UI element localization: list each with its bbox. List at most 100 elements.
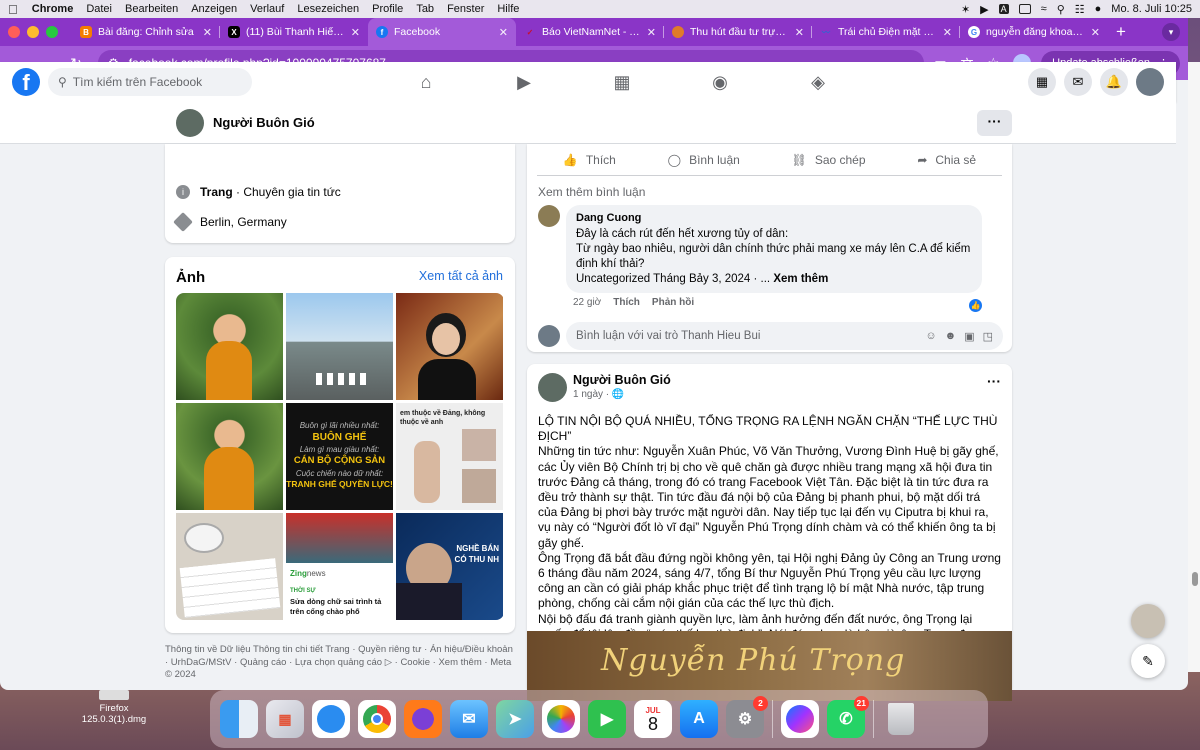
tab-dau-tu[interactable]: Thu hút đầu tư trực tiếp ✕	[664, 18, 812, 46]
close-tab-icon[interactable]: ✕	[647, 26, 656, 39]
system-settings-icon[interactable]: ⚙ 2	[726, 696, 768, 738]
photo-collage[interactable]: em thuộc về Đảng, không thuộc về anh	[396, 403, 503, 510]
menu-item-bearbeiten[interactable]: Bearbeiten	[125, 3, 178, 15]
tab-facebook[interactable]: f Facebook ✕	[368, 18, 516, 46]
post-time[interactable]: 1 ngày · 🌐	[573, 389, 671, 400]
chat-contact-avatar[interactable]	[1131, 604, 1165, 638]
wifi-icon[interactable]: ≈	[1041, 3, 1047, 15]
menu-item-hilfe[interactable]: Hilfe	[497, 3, 519, 15]
maps-icon[interactable]: ➤	[496, 700, 534, 738]
groups-icon[interactable]: ◉	[671, 72, 769, 93]
profile-more-button[interactable]: ···	[977, 110, 1012, 136]
see-more-link[interactable]: Xem thêm	[773, 273, 828, 285]
close-tab-icon[interactable]: ✕	[1091, 26, 1100, 39]
play-icon[interactable]: ▶	[980, 3, 988, 16]
account-avatar[interactable]	[1136, 68, 1164, 96]
whatsapp-icon[interactable]: ✆ 21	[827, 696, 869, 738]
post-options-button[interactable]: ···	[987, 373, 1001, 402]
menu-item-verlauf[interactable]: Verlauf	[250, 3, 284, 15]
zoom-window-button[interactable]	[46, 26, 58, 38]
chrome-icon[interactable]	[358, 700, 396, 738]
profile-avatar[interactable]	[176, 108, 204, 137]
finder-icon[interactable]	[220, 700, 258, 738]
bluetooth-icon[interactable]: ✶	[961, 3, 970, 16]
post-author[interactable]: Người Buôn Gió	[573, 373, 671, 387]
close-tab-icon[interactable]: ✕	[203, 26, 212, 39]
photo-monk-2[interactable]	[176, 403, 283, 510]
comment-time[interactable]: 22 giờ	[573, 297, 601, 308]
like-reaction-icon[interactable]: 👍	[969, 299, 982, 312]
search-icon[interactable]: ⚲	[1057, 3, 1065, 16]
photo-monk[interactable]	[176, 293, 283, 400]
profile-name[interactable]: Người Buôn Gió	[213, 115, 315, 130]
apple-icon[interactable]: 	[8, 2, 18, 17]
author-avatar[interactable]	[538, 373, 567, 402]
commenter-avatar[interactable]	[538, 325, 560, 347]
notifications-bell-icon[interactable]: 🔔	[1100, 68, 1128, 96]
emoji-icon[interactable]: ☻	[945, 330, 957, 343]
calendar-icon[interactable]: JUL 8	[634, 700, 672, 738]
photo-quote[interactable]: Buôn gì lãi nhiều nhất: BUÔN GHẾ Làm gì …	[286, 403, 393, 510]
tab-trai-chu[interactable]: 〰 Trái chủ Điện mặt trời Tr ✕	[812, 18, 960, 46]
input-source-icon[interactable]: A	[998, 4, 1009, 14]
tab-x[interactable]: X (11) Bùi Thanh Hiếu (@n ✕	[220, 18, 368, 46]
desktop-file[interactable]: Firefox 125.0.3(1).dmg	[78, 690, 150, 725]
comment-like-button[interactable]: Thích	[613, 297, 640, 308]
gaming-icon[interactable]: ◈	[769, 72, 867, 93]
comment-author[interactable]: Dang Cuong	[576, 211, 972, 226]
photo-notebook[interactable]	[176, 513, 283, 620]
menu-item-anzeigen[interactable]: Anzeigen	[191, 3, 237, 15]
comment-button[interactable]: ◯ Bình luận	[668, 153, 740, 167]
share-button[interactable]: ➦ Chia sẻ	[917, 153, 976, 167]
facebook-search-input[interactable]: ⚲ Tìm kiếm trên Facebook	[48, 68, 252, 96]
page-scrollbar[interactable]	[1188, 62, 1200, 672]
menu-grid-icon[interactable]: ▦	[1028, 68, 1056, 96]
app-store-icon[interactable]: A	[680, 700, 718, 738]
tab-search-button[interactable]: ▾	[1162, 23, 1180, 41]
messenger-app-icon[interactable]	[781, 700, 819, 738]
messenger-icon[interactable]: ✉	[1064, 68, 1092, 96]
marketplace-icon[interactable]: ▦	[573, 72, 671, 93]
trash-icon[interactable]	[882, 700, 920, 738]
see-more-comments-link[interactable]: Xem thêm bình luận	[527, 176, 1012, 199]
scrollbar-thumb[interactable]	[1192, 572, 1198, 586]
close-tab-icon[interactable]: ✕	[499, 26, 508, 39]
sticker-icon[interactable]: ◳	[983, 330, 993, 343]
avatar-sticker-icon[interactable]: ☺	[925, 330, 936, 343]
tab-blogger[interactable]: B Bài đăng: Chỉnh sửa ✕	[72, 18, 220, 46]
firefox-icon[interactable]	[404, 700, 442, 738]
menu-item-fenster[interactable]: Fenster	[447, 3, 484, 15]
mail-icon[interactable]: ✉	[450, 700, 488, 738]
close-tab-icon[interactable]: ✕	[943, 26, 952, 39]
menu-item-datei[interactable]: Datei	[86, 3, 112, 15]
see-all-photos-link[interactable]: Xem tất cả ảnh	[419, 269, 503, 286]
tab-vietnamnet[interactable]: ✓ Báo VietNamNet - Tin tứ ✕	[516, 18, 664, 46]
home-icon[interactable]: ⌂	[377, 72, 475, 93]
close-window-button[interactable]	[8, 26, 20, 38]
close-tab-icon[interactable]: ✕	[351, 26, 360, 39]
photo-street[interactable]	[286, 293, 393, 400]
battery-icon[interactable]	[1018, 4, 1031, 14]
safari-icon[interactable]	[312, 700, 350, 738]
facebook-footer[interactable]: Thông tin về Dữ liệu Thông tin chi tiết …	[165, 644, 515, 682]
like-button[interactable]: 👍 Thích	[563, 153, 616, 167]
tab-google[interactable]: G nguyễn đăng khoa sinh n ✕	[960, 18, 1108, 46]
menu-item-tab[interactable]: Tab	[416, 3, 434, 15]
facebook-logo-icon[interactable]: f	[12, 68, 40, 96]
new-message-button[interactable]: ✎	[1131, 644, 1165, 678]
minimize-window-button[interactable]	[27, 26, 39, 38]
camera-icon[interactable]: ▣	[964, 330, 974, 343]
new-tab-button[interactable]: +	[1116, 22, 1126, 42]
commenter-avatar[interactable]	[538, 205, 560, 227]
menu-app[interactable]: Chrome	[32, 3, 74, 15]
launchpad-icon[interactable]: ▦	[266, 700, 304, 738]
watch-icon[interactable]: ▶	[475, 72, 573, 93]
menu-item-lesezeichen[interactable]: Lesezeichen	[297, 3, 359, 15]
comment-reply-button[interactable]: Phản hồi	[652, 297, 694, 308]
write-comment-input[interactable]: Bình luận với vai trò Thanh Hieu Bui ☺ ☻…	[566, 322, 1003, 350]
menu-item-profile[interactable]: Profile	[372, 3, 403, 15]
close-tab-icon[interactable]: ✕	[795, 26, 804, 39]
siri-icon[interactable]: ●	[1095, 3, 1102, 15]
facetime-icon[interactable]: ▶	[588, 700, 626, 738]
control-center-icon[interactable]: ☷	[1075, 3, 1085, 16]
